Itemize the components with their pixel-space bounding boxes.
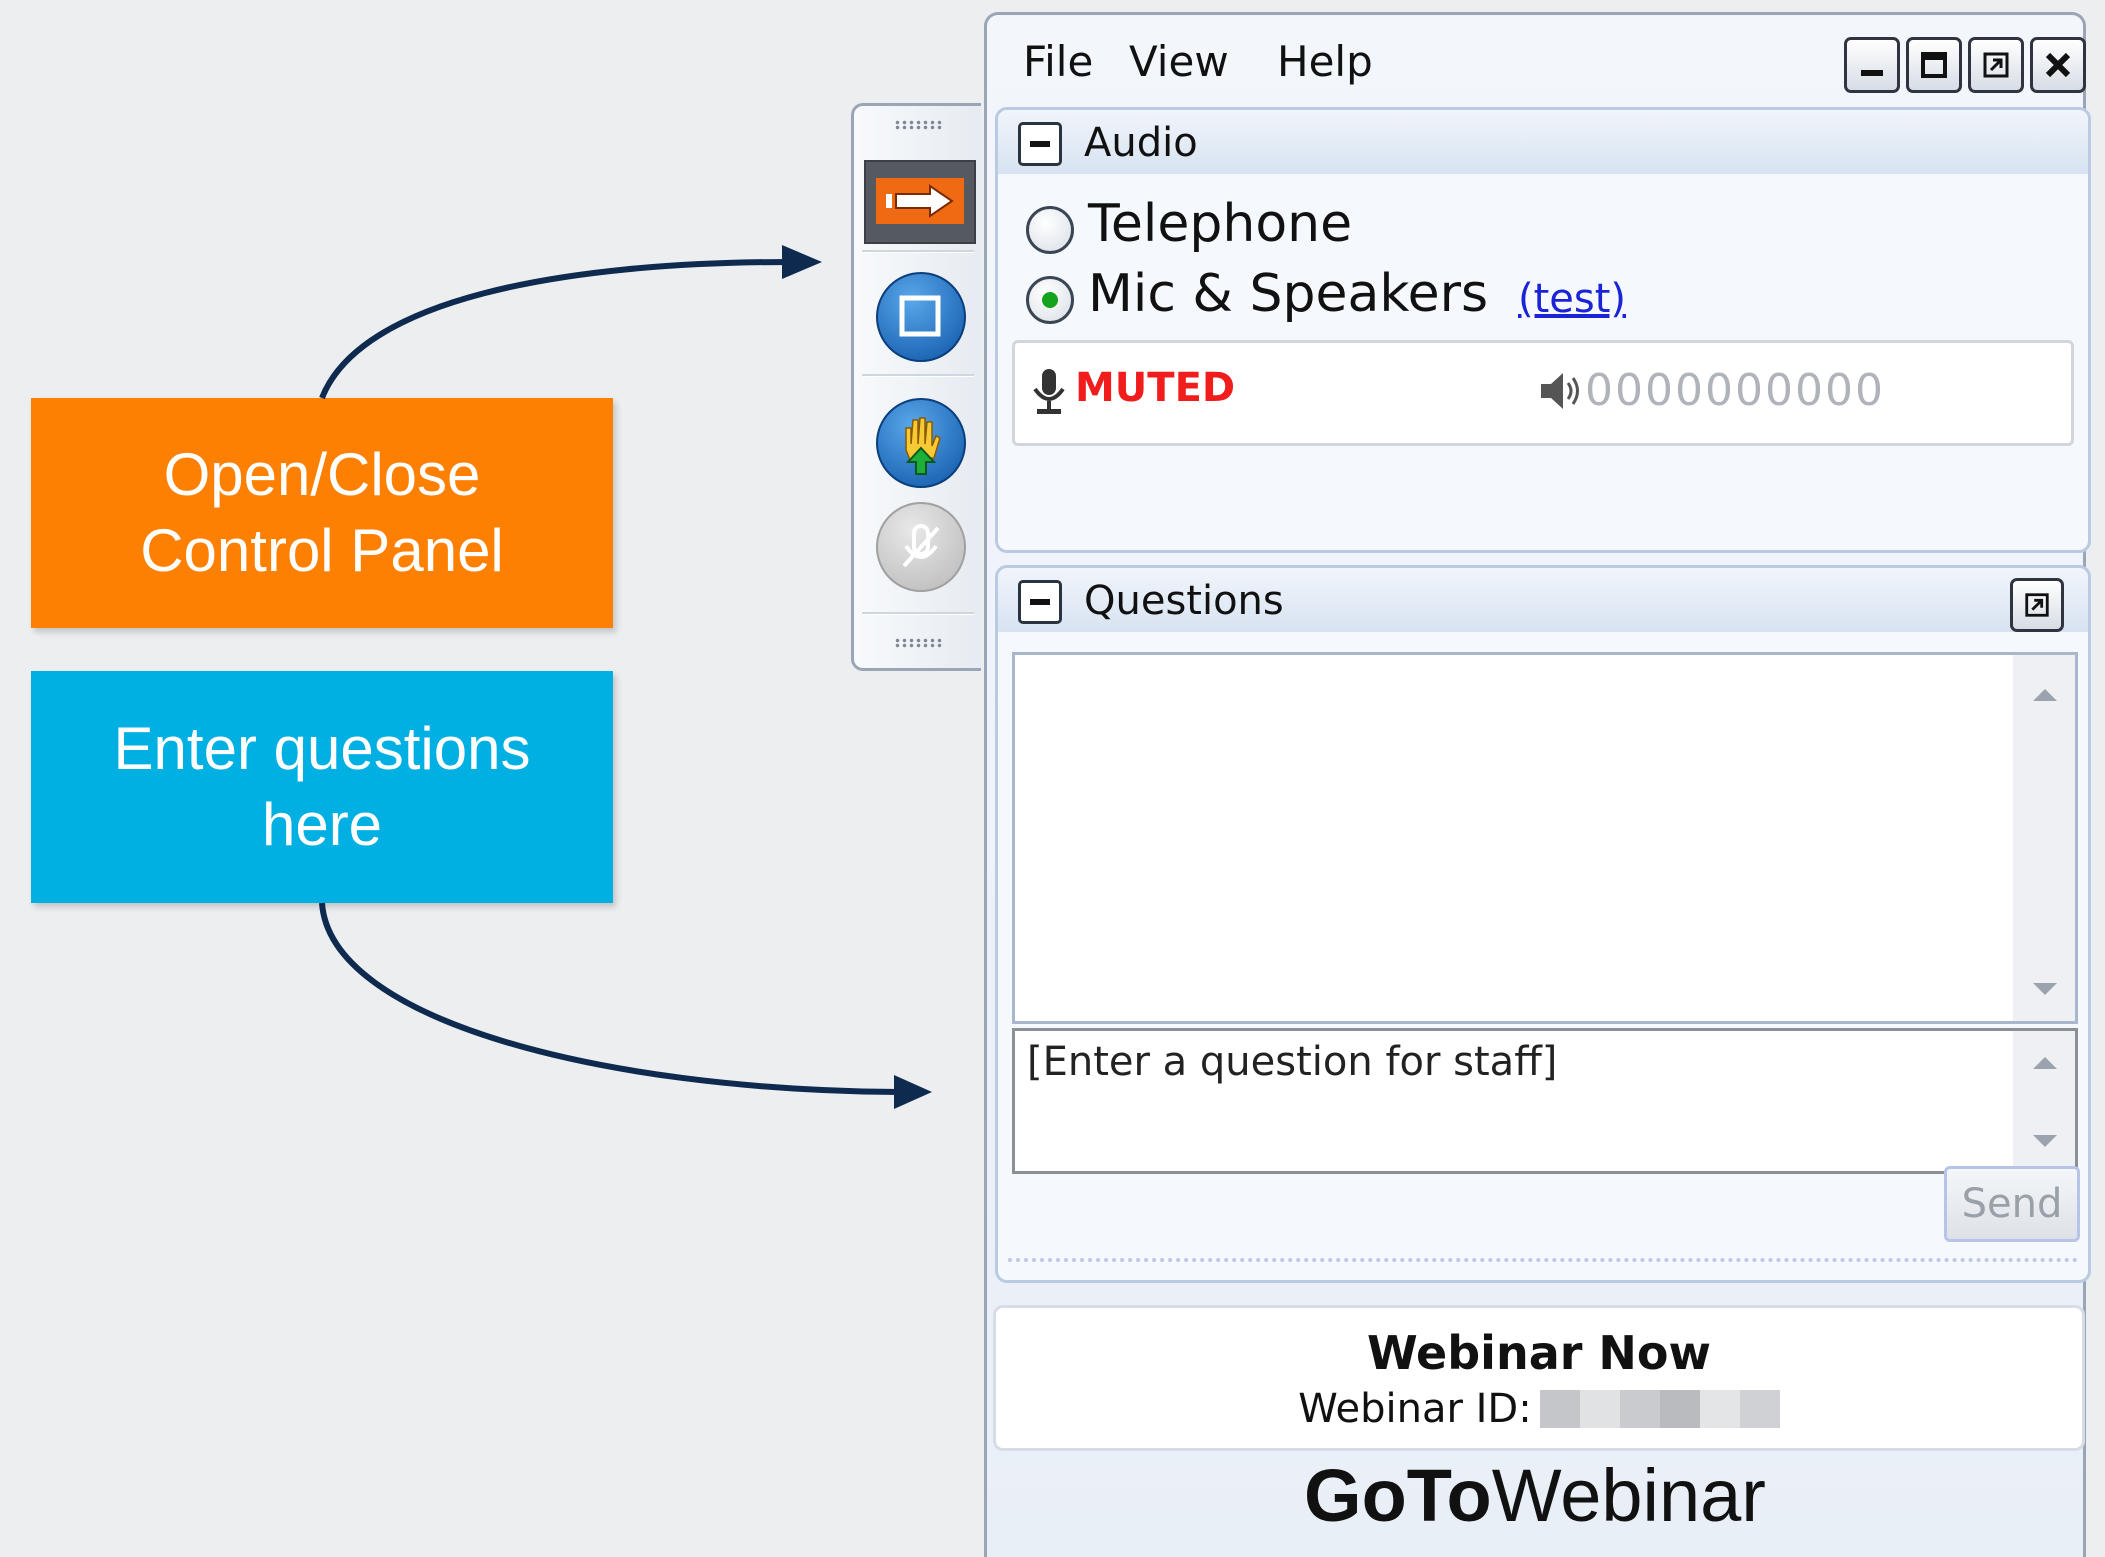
speaker-icon [1541, 373, 1579, 409]
raise-hand-button[interactable] [876, 398, 966, 488]
screen-share-icon [899, 295, 941, 337]
question-input-scrollbar[interactable] [2013, 1031, 2075, 1171]
audio-section-header: Audio [998, 110, 2088, 174]
arrow-to-question-box [319, 902, 899, 1095]
minimize-button[interactable] [1844, 37, 1900, 93]
menu-file[interactable]: File [1023, 37, 1093, 86]
webinar-title: Webinar Now [1366, 1326, 1712, 1380]
control-panel-window: File View Help Audio Telephone Mic & Spe… [984, 12, 2091, 1557]
webinar-id-label: Webinar ID: [1298, 1386, 1532, 1432]
raise-hand-icon [905, 417, 941, 475]
close-icon [2045, 52, 2071, 78]
arrow-to-toolbar-head [782, 245, 822, 279]
questions-collapse-button[interactable] [1018, 580, 1062, 624]
webinar-id-redacted [1539, 1390, 1780, 1428]
questions-log-scrollbar[interactable] [2013, 655, 2075, 1021]
questions-section-header: Questions [998, 568, 2088, 632]
microphone-icon [1033, 369, 1065, 414]
grab-tab-grip-top[interactable] [894, 120, 944, 130]
questions-popout-button[interactable] [2010, 578, 2064, 632]
audio-section-title: Audio [1084, 120, 1198, 166]
menu-view[interactable]: View [1129, 37, 1229, 86]
webinar-id-row: Webinar ID: [996, 1386, 2082, 1432]
questions-section: Questions [Enter a question for staff] S… [995, 565, 2091, 1283]
brand-bold: GoTo [1304, 1454, 1492, 1537]
scroll-up-icon[interactable] [2033, 689, 2057, 701]
arrow-to-toolbar [319, 259, 791, 400]
arrow-to-question-box-head [894, 1075, 932, 1109]
close-button[interactable] [2030, 37, 2086, 93]
popout-icon [2025, 593, 2049, 617]
question-input-placeholder: [Enter a question for staff] [1027, 1039, 1558, 1085]
maximize-button[interactable] [1906, 37, 1962, 93]
screen-share-button[interactable] [876, 272, 966, 362]
audio-test-link[interactable]: (test) [1518, 276, 1626, 322]
restore-button[interactable] [1968, 37, 2024, 93]
input-scroll-up-icon[interactable] [2033, 1057, 2057, 1069]
mic-speakers-label[interactable]: Mic & Speakers [1088, 264, 1488, 324]
question-input[interactable]: [Enter a question for staff] [1012, 1028, 2078, 1174]
send-button[interactable]: Send [1944, 1166, 2080, 1242]
audio-status-box: MUTED 0000000000 [1012, 340, 2074, 446]
input-scroll-down-icon[interactable] [2033, 1135, 2057, 1147]
mute-mic-button[interactable] [876, 502, 966, 592]
questions-log[interactable] [1012, 652, 2078, 1024]
mute-mic-icon [902, 524, 940, 568]
show-hide-panel-button[interactable] [864, 160, 976, 244]
mic-muted-status: MUTED [1075, 365, 1236, 411]
audio-section: Audio Telephone Mic & Speakers (test) MU… [995, 107, 2091, 553]
brand-light: Webinar [1491, 1454, 1766, 1537]
grab-tab-toolbar [851, 103, 981, 671]
grab-tab-grip-bottom[interactable] [894, 638, 944, 648]
mic-speakers-radio[interactable] [1026, 276, 1074, 324]
gotowebinar-logo: GoToWebinar [987, 1453, 2083, 1538]
audio-collapse-button[interactable] [1018, 122, 1062, 166]
section-resize-handle[interactable] [1008, 1258, 2078, 1262]
maximize-icon [1921, 52, 1947, 78]
scroll-down-icon[interactable] [2033, 983, 2057, 995]
menu-help[interactable]: Help [1277, 37, 1373, 86]
webinar-info-box: Webinar Now Webinar ID: [993, 1305, 2085, 1451]
telephone-label[interactable]: Telephone [1088, 194, 1352, 254]
show-hide-panel-arrow-icon [876, 178, 964, 224]
minimize-icon [1861, 70, 1883, 76]
speaker-level-meter: 0000000000 [1585, 365, 1885, 416]
restore-icon [1983, 52, 2009, 78]
telephone-radio[interactable] [1026, 206, 1074, 254]
questions-section-title: Questions [1084, 578, 1284, 624]
